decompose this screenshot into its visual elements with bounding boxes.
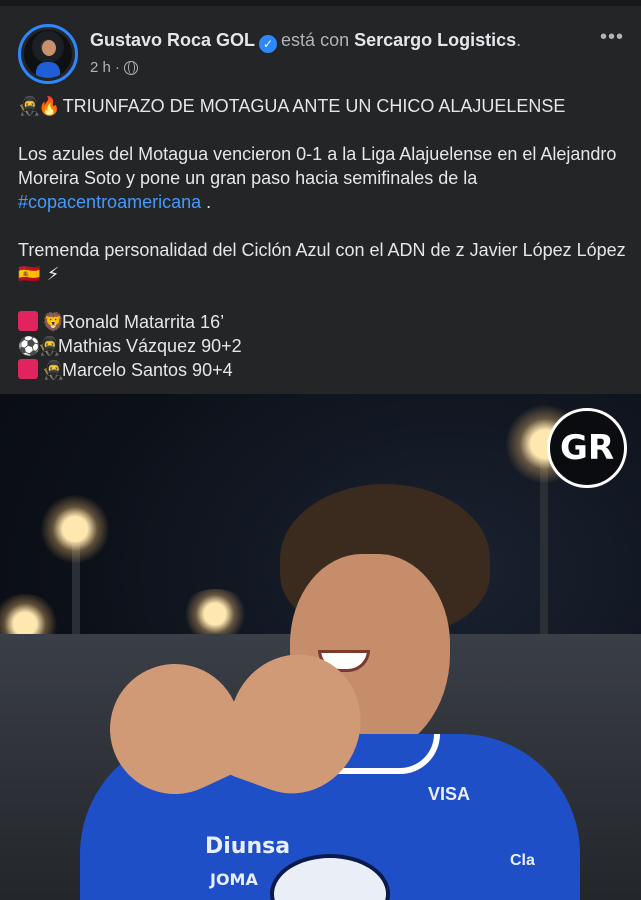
soccer-ball-icon: ⚽ <box>18 336 41 356</box>
stadium-light <box>40 494 110 564</box>
ninja-icon: 🥷 <box>42 360 65 380</box>
author-line: Gustavo Roca GOL ✓ está con Sercargo Logis… <box>90 30 521 53</box>
match-events: 🦁Ronald Matarrita 16’ ⚽🥷Mathias Vázquez … <box>18 310 628 382</box>
with-text: está con <box>281 30 350 50</box>
avatar-head <box>42 40 56 56</box>
light-pole <box>540 454 548 654</box>
paragraph-1: Los azules del Motagua vencieron 0-1 a l… <box>18 142 628 214</box>
more-options-icon[interactable]: ••• <box>600 26 624 49</box>
tagged-page-link[interactable]: Sercargo Logistics <box>354 30 516 50</box>
post-header: Gustavo Roca GOL ✓ está con Sercargo Logis… <box>18 24 628 84</box>
headline-line: 🥷🔥 TRIUNFAZO DE MOTAGUA ANTE UN CHICO AL… <box>18 94 628 118</box>
verified-badge-icon: ✓ <box>259 35 278 53</box>
red-card-icon <box>18 311 38 331</box>
avatar-image <box>24 30 72 78</box>
paragraph-1-end: . <box>201 192 212 212</box>
paragraph-2-text: Tremenda personalidad del Ciclón Azul co… <box>18 240 626 260</box>
fire-icon: 🔥 <box>38 96 61 116</box>
sleeve-sponsor-logo: Cla <box>510 852 535 869</box>
meta-separator: · <box>114 59 120 76</box>
timestamp[interactable]: 2 h <box>90 59 111 76</box>
gr-logo: GR <box>547 408 627 488</box>
chest-sponsor-logo: VISA <box>428 784 471 804</box>
event-row: 🥷Marcelo Santos 90+4 <box>18 358 628 382</box>
globe-icon <box>123 60 138 75</box>
post-photo[interactable]: Diunsa JOMA VISA Cla GR <box>0 394 641 900</box>
avatar[interactable] <box>18 24 78 84</box>
event-text: Mathias Vázquez 90+2 <box>58 336 242 356</box>
event-text: Marcelo Santos 90+4 <box>62 360 233 380</box>
headline: TRIUNFAZO DE MOTAGUA ANTE UN CHICO ALAJU… <box>62 96 566 116</box>
post-meta: 2 h · <box>90 59 138 76</box>
spain-flag-icon: 🇪🇸 <box>18 264 41 284</box>
ninja-icon: 🥷 <box>18 96 41 116</box>
paragraph-2: Tremenda personalidad del Ciclón Azul co… <box>18 238 628 286</box>
event-row: 🦁Ronald Matarrita 16’ <box>18 310 628 334</box>
ninja-icon: 🥷 <box>38 336 61 356</box>
event-row: ⚽🥷Mathias Vázquez 90+2 <box>18 334 628 358</box>
red-card-icon <box>18 359 38 379</box>
author-name[interactable]: Gustavo Roca GOL <box>90 30 255 50</box>
hashtag-link[interactable]: #copacentroamericana <box>18 192 201 212</box>
top-edge <box>0 0 641 6</box>
sponsor-logo: Diunsa <box>205 834 291 859</box>
period: . <box>516 30 522 50</box>
lightning-icon: ⚡ <box>46 264 60 284</box>
kit-brand-logo: JOMA <box>210 870 258 889</box>
paragraph-1-text: Los azules del Motagua vencieron 0-1 a l… <box>18 144 617 188</box>
event-text: Ronald Matarrita 16’ <box>62 312 225 332</box>
avatar-shirt <box>36 62 60 78</box>
stadium-light <box>180 589 250 639</box>
lion-icon: 🦁 <box>42 312 65 332</box>
post-body: 🥷🔥 TRIUNFAZO DE MOTAGUA ANTE UN CHICO AL… <box>18 94 628 382</box>
